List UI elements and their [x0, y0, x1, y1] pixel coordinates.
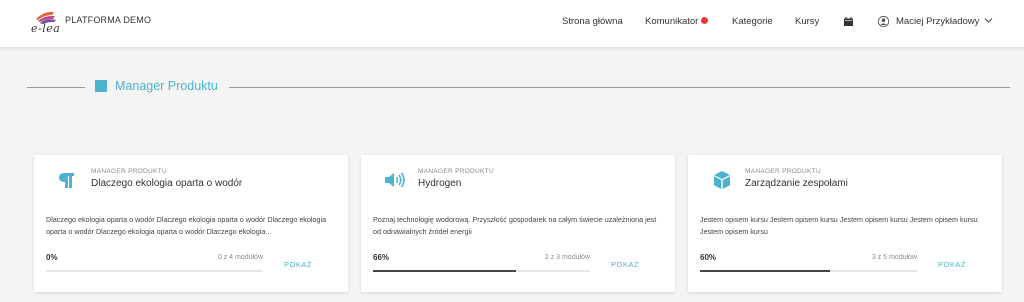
- section-divider-right: [229, 87, 1010, 88]
- progress-bar: [700, 270, 917, 272]
- course-title[interactable]: Zarządzanie zespołami: [745, 178, 848, 189]
- progress-bar-fill: [373, 270, 517, 272]
- section-title: Manager Produktu: [115, 79, 218, 93]
- nav-messenger[interactable]: Komunikator: [645, 16, 709, 27]
- nav-courses[interactable]: Kursy: [795, 16, 819, 27]
- course-card[interactable]: MANAGER PRODUKTU Hydrogen Poznaj technol…: [361, 155, 675, 292]
- chevron-down-icon[interactable]: [984, 17, 993, 24]
- course-description: Jestem opisem kursu Jestem opisem kursu …: [700, 215, 978, 236]
- modules-count: 3 z 5 modułów: [871, 254, 917, 261]
- course-title[interactable]: Dlaczego ekologia oparta o wodór: [91, 178, 242, 189]
- user-avatar-icon[interactable]: [878, 16, 889, 27]
- nav-messenger-label: Komunikator: [645, 16, 699, 27]
- course-title[interactable]: Hydrogen: [418, 178, 461, 189]
- progress-percent: 66%: [373, 253, 390, 262]
- course-card[interactable]: MANAGER PRODUKTU Dlaczego ekologia opart…: [34, 155, 348, 292]
- course-card[interactable]: MANAGER PRODUKTU Zarządzanie zespołami J…: [688, 155, 1002, 292]
- progress-percent: 0%: [46, 253, 58, 262]
- nav-categories[interactable]: Kategorie: [732, 16, 773, 27]
- progress-bar-fill: [700, 270, 831, 272]
- logo-text: e-lea: [31, 22, 61, 35]
- notification-dot: [701, 16, 709, 24]
- modules-count: 2 z 3 modułów: [544, 254, 590, 261]
- top-navigation-bar: e-lea PLATFORMA DEMO Strona główna Komun…: [0, 0, 1024, 47]
- course-category: MANAGER PRODUKTU: [418, 168, 494, 175]
- section-square-icon: [95, 80, 107, 92]
- course-category: MANAGER PRODUKTU: [91, 168, 167, 175]
- nav-home[interactable]: Strona główna: [562, 16, 623, 27]
- calendar-icon[interactable]: [844, 17, 853, 26]
- progress-bar: [46, 270, 263, 272]
- section-divider-left: [27, 87, 85, 88]
- volume-icon: [385, 172, 405, 188]
- progress-percent: 60%: [700, 253, 717, 262]
- progress-bar: [373, 270, 590, 272]
- modules-count: 0 z 4 modułów: [217, 254, 263, 261]
- cube-icon: [714, 171, 730, 189]
- course-description: Poznaj technologię wodorową. Przyszłość …: [373, 215, 657, 236]
- show-course-button[interactable]: POKAŻ: [938, 260, 966, 269]
- platform-title: PLATFORMA DEMO: [65, 15, 152, 25]
- paragraph-icon: [59, 173, 74, 188]
- course-description: Dlaczego ekologia oparta o wodór Dlaczeg…: [46, 215, 327, 236]
- show-course-button[interactable]: POKAŻ: [284, 260, 312, 269]
- user-name[interactable]: Maciej Przykładowy: [896, 16, 979, 27]
- course-category: MANAGER PRODUKTU: [745, 168, 821, 175]
- show-course-button[interactable]: POKAŻ: [611, 260, 639, 269]
